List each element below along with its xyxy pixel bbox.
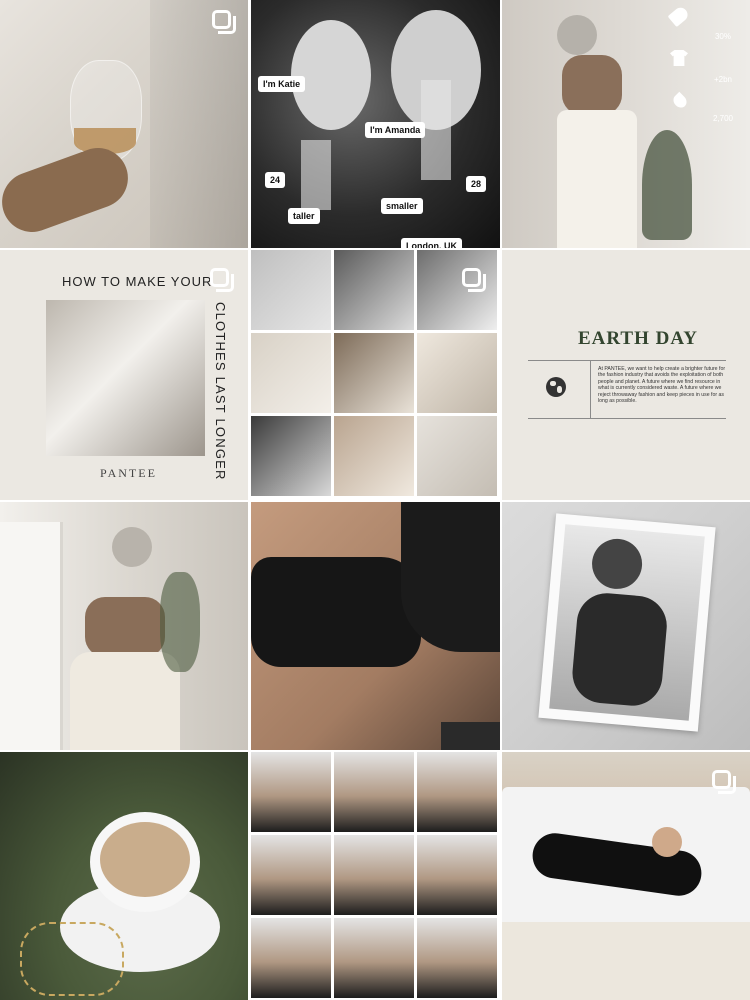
post-vertical-title: CLOTHES LAST LONGER (213, 302, 228, 481)
collage-photo (334, 250, 414, 330)
sticker-smaller: smaller (381, 198, 423, 214)
wine-glass-image (0, 0, 248, 248)
post-lying-on-mattress[interactable] (502, 752, 750, 1000)
post-coffee-cup[interactable] (0, 752, 248, 1000)
earth-day-body: At PANTEE, we want to help create a brig… (598, 366, 726, 405)
selfie-image (0, 502, 248, 750)
sticker-amanda: I'm Amanda (365, 122, 426, 138)
post-selfie-collage[interactable] (251, 752, 500, 1000)
collage-photo (334, 835, 414, 915)
post-title: HOW TO MAKE YOUR (62, 274, 213, 289)
earth-day-title: EARTH DAY (577, 328, 699, 349)
carousel-icon (712, 770, 736, 794)
crop-top-image (251, 502, 500, 750)
post-friends-photo[interactable]: I'm Katie I'm Amanda 24 28 taller smalle… (251, 0, 500, 248)
collage-photo (334, 752, 414, 832)
collage-photo (251, 333, 331, 413)
instagram-feed-grid: I'm Katie I'm Amanda 24 28 taller smalle… (0, 0, 750, 1000)
collage-photo (251, 835, 331, 915)
collage-photo (417, 333, 497, 413)
post-photo (46, 300, 205, 456)
coffee-image (0, 752, 248, 1000)
collage-photo (251, 250, 331, 330)
post-mirror-selfie-white[interactable]: 30% +2bn 2,700 (502, 0, 750, 248)
divider-vertical (590, 360, 591, 418)
divider-bottom (528, 418, 726, 419)
collage-photo (251, 752, 331, 832)
collage-photo (251, 918, 331, 998)
collage-photo (417, 918, 497, 998)
sticker-age-left: 24 (265, 172, 286, 188)
carousel-icon (210, 268, 234, 292)
sticker-taller: taller (288, 208, 320, 224)
stat-bn: +2bn (713, 75, 733, 84)
brand-name: PANTEE (100, 466, 157, 480)
sticker-katie: I'm Katie (258, 76, 306, 92)
post-how-to-make-clothes-last[interactable]: HOW TO MAKE YOUR CLOTHES LAST LONGER PAN… (0, 250, 248, 500)
sticker-location: London, UK (401, 238, 462, 248)
sticker-age-right: 28 (466, 176, 487, 192)
carousel-icon (212, 10, 236, 34)
stat-liters: 2,700 (712, 114, 734, 123)
collage-photo (417, 752, 497, 832)
divider-top (528, 360, 726, 361)
polaroid-image (538, 513, 716, 732)
post-black-crop-top[interactable] (251, 502, 500, 750)
post-polaroid-on-bed[interactable] (502, 502, 750, 750)
collage-photo (334, 416, 414, 496)
collage-photo (417, 416, 497, 496)
post-wine-glass[interactable] (0, 0, 248, 248)
globe-icon (546, 377, 566, 397)
collage-photo (417, 835, 497, 915)
collage-photo (334, 333, 414, 413)
collage-photo (251, 416, 331, 496)
collage-photo (334, 918, 414, 998)
post-collage-outfits[interactable] (251, 250, 500, 500)
carousel-icon (462, 268, 486, 292)
stat-percent: 30% (714, 32, 731, 41)
post-mirror-selfie-cream[interactable] (0, 502, 248, 750)
